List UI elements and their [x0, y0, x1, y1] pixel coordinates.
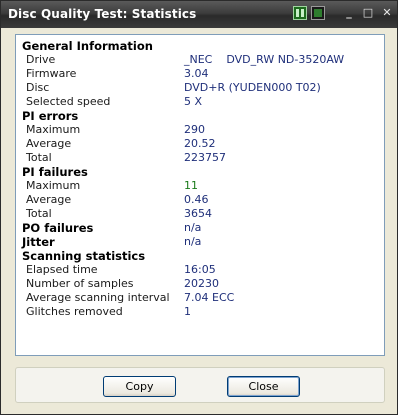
stat-label: Glitches removed: [26, 305, 123, 318]
stat-row-glitches-removed: Glitches removed 1: [22, 305, 380, 319]
stat-value: DVD+R (YUDEN000 T02): [184, 81, 321, 94]
stat-value: 223757: [184, 151, 226, 164]
minimize-button[interactable]: _: [341, 6, 357, 20]
stat-row-selected-speed: Selected speed 5 X: [22, 95, 380, 109]
stat-value: 7.04 ECC: [184, 291, 235, 304]
statistics-panel: General Information Drive _NEC DVD_RW ND…: [15, 34, 385, 356]
maximize-button[interactable]: □: [360, 6, 376, 20]
stat-value: 20.52: [184, 137, 216, 150]
stat-label: Number of samples: [26, 277, 134, 290]
statistics-window: Disc Quality Test: Statistics _ □ ✕ Gene…: [0, 0, 398, 415]
stat-label: Total: [26, 207, 52, 220]
stat-value: 3.04: [184, 67, 209, 80]
section-pi-failures: PI failures: [22, 165, 380, 179]
stat-value: 3654: [184, 207, 212, 220]
skin-dark-icon[interactable]: [311, 6, 325, 20]
stat-value: n/a: [184, 235, 202, 248]
button-bar: Copy Close: [15, 367, 385, 403]
section-pi-errors: PI errors: [22, 109, 380, 123]
stat-label: Firmware: [26, 67, 77, 80]
section-jitter: Jitter n/a: [22, 235, 380, 249]
stat-value: 16:05: [184, 263, 216, 276]
stat-label: Drive: [26, 53, 56, 66]
stat-row-number-of-samples: Number of samples 20230: [22, 277, 380, 291]
stat-value: 290: [184, 123, 205, 136]
section-heading: PI errors: [22, 109, 79, 123]
statistics-list: General Information Drive _NEC DVD_RW ND…: [22, 39, 380, 319]
title-bar[interactable]: Disc Quality Test: Statistics _ □ ✕: [1, 1, 397, 28]
section-heading: General Information: [22, 39, 153, 53]
stat-label: Average: [26, 193, 72, 206]
stat-label: Average: [26, 137, 72, 150]
window-title: Disc Quality Test: Statistics: [8, 7, 197, 21]
stat-label: Selected speed: [26, 95, 111, 108]
section-heading: Jitter: [22, 235, 55, 249]
stat-row-disc: Disc DVD+R (YUDEN000 T02): [22, 81, 380, 95]
stat-label: Elapsed time: [26, 263, 98, 276]
stat-value: 0.46: [184, 193, 209, 206]
stat-row-pi-errors-average: Average 20.52: [22, 137, 380, 151]
stat-label: Maximum: [26, 123, 81, 136]
stat-row-average-scanning-interval: Average scanning interval 7.04 ECC: [22, 291, 380, 305]
stat-row-firmware: Firmware 3.04: [22, 67, 380, 81]
stat-label: Disc: [26, 81, 50, 94]
stat-row-pi-failures-total: Total 3654: [22, 207, 380, 221]
section-scanning-statistics: Scanning statistics: [22, 249, 380, 263]
stat-row-pi-failures-average: Average 0.46: [22, 193, 380, 207]
section-po-failures: PO failures n/a: [22, 221, 380, 235]
stat-row-pi-failures-maximum: Maximum 11: [22, 179, 380, 193]
stat-value: _NEC DVD_RW ND-3520AW: [184, 53, 345, 66]
skin-green-icon[interactable]: [293, 6, 307, 20]
stat-label: Average scanning interval: [26, 291, 170, 304]
stat-value: 5 X: [184, 95, 203, 108]
stat-label: Total: [26, 151, 52, 164]
stat-row-pi-errors-maximum: Maximum 290: [22, 123, 380, 137]
copy-button[interactable]: Copy: [103, 376, 176, 397]
close-button[interactable]: Close: [227, 376, 300, 397]
stat-value: n/a: [184, 221, 202, 234]
section-heading: Scanning statistics: [22, 249, 146, 263]
stat-row-elapsed-time: Elapsed time 16:05: [22, 263, 380, 277]
stat-value: 20230: [184, 277, 219, 290]
stat-label: Maximum: [26, 179, 81, 192]
section-heading: PO failures: [22, 221, 94, 235]
stat-value: 1: [184, 305, 191, 318]
section-general-information: General Information: [22, 39, 380, 53]
close-window-button[interactable]: ✕: [379, 6, 395, 20]
stat-value: 11: [184, 179, 198, 192]
stat-row-pi-errors-total: Total 223757: [22, 151, 380, 165]
stat-row-drive: Drive _NEC DVD_RW ND-3520AW: [22, 53, 380, 67]
section-heading: PI failures: [22, 165, 88, 179]
